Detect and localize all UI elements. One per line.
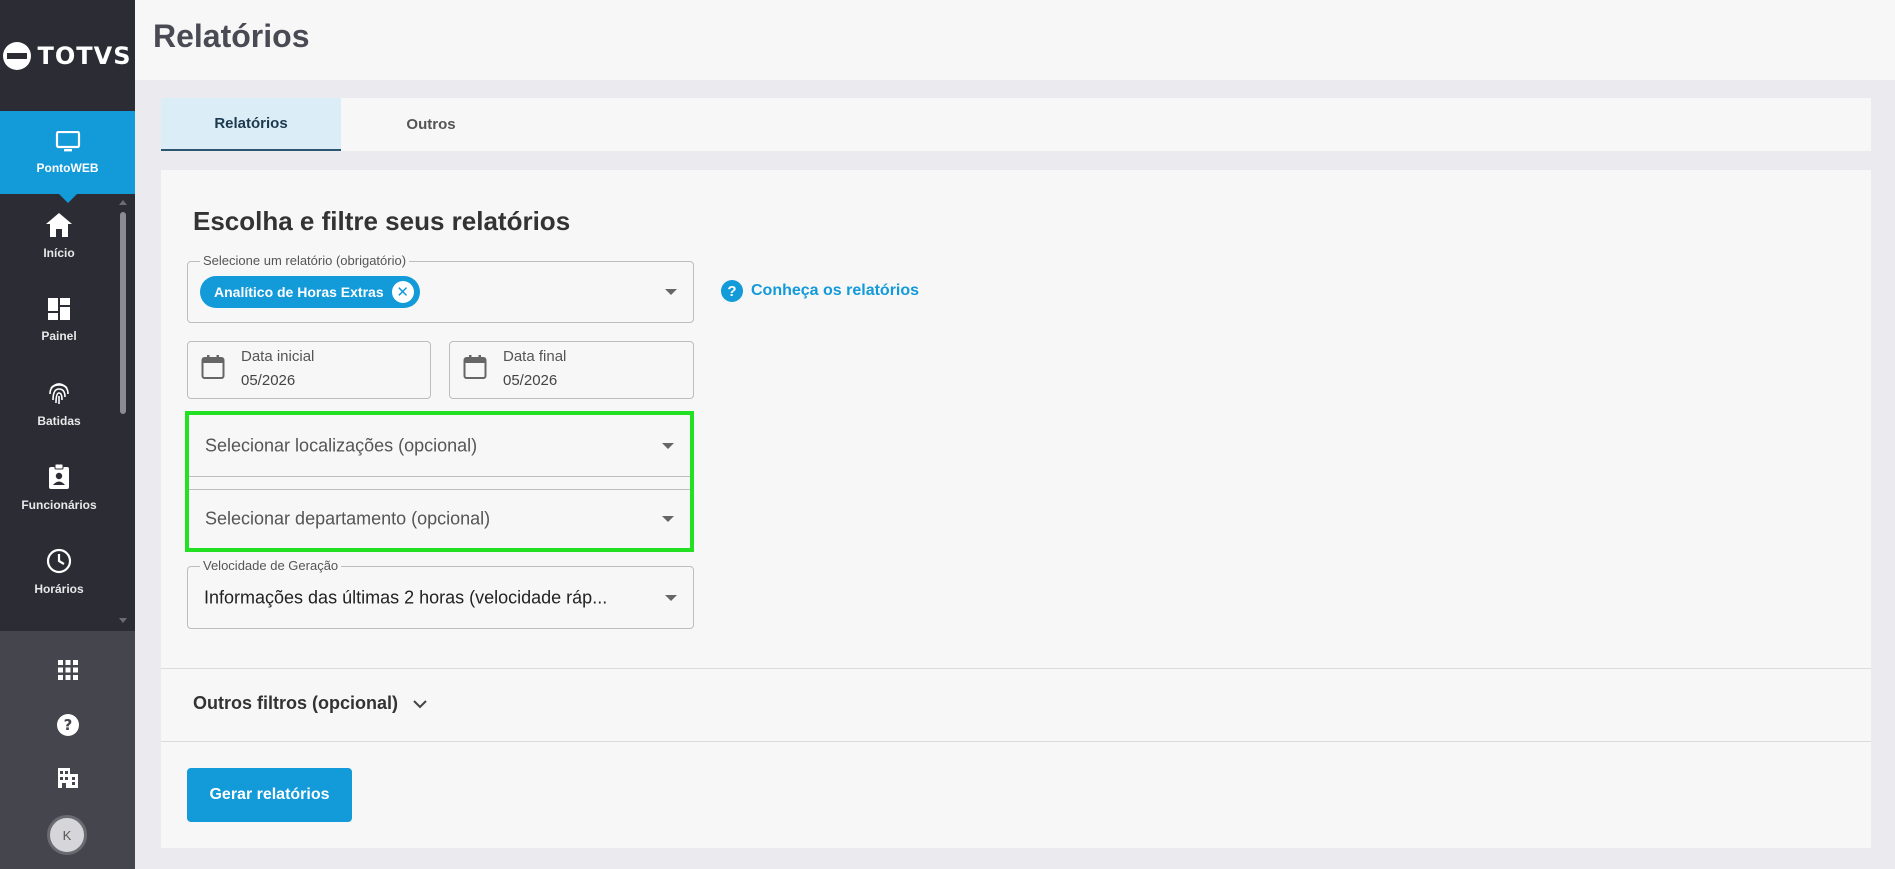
speed-select-value: Informações das últimas 2 horas (velocid…	[204, 587, 608, 607]
sidebar-item-inicio[interactable]: Início	[0, 194, 118, 278]
start-date-label: Data inicial	[241, 348, 315, 365]
chevron-down-icon[interactable]	[662, 442, 674, 449]
end-date-field[interactable]: Data final 05/2026	[449, 341, 694, 399]
end-date-label: Data final	[503, 348, 567, 365]
tab-bar: Relatórios Outros	[161, 98, 1871, 151]
avatar-initial: K	[62, 827, 72, 843]
scroll-down-icon[interactable]	[119, 618, 127, 623]
sidebar-item-label: Início	[43, 246, 75, 260]
selected-report-chip: Analítico de Horas Extras ✕	[200, 276, 420, 308]
calendar-icon[interactable]	[463, 354, 487, 380]
report-card: Escolha e filtre seus relatórios Selecio…	[161, 170, 1871, 848]
department-select[interactable]: Selecionar departamento (opcional)	[189, 489, 690, 548]
building-icon[interactable]	[56, 766, 80, 790]
help-icon[interactable]: ?	[56, 713, 80, 737]
svg-text:?: ?	[64, 716, 73, 734]
chip-label: Analítico de Horas Extras	[214, 284, 384, 300]
report-select[interactable]: Selecione um relatório (obrigatório) Ana…	[187, 253, 694, 323]
sidebar-item-label: Funcionários	[21, 498, 97, 512]
sidebar-scrollbar[interactable]	[118, 200, 128, 630]
dashboard-icon	[48, 298, 70, 320]
sidebar-nav: Início Painel Batidas Funcionários Horár…	[0, 194, 118, 614]
monitor-icon	[55, 130, 80, 151]
help-link-label: Conheça os relatórios	[751, 282, 920, 299]
brand-logo[interactable]: TOTVS	[0, 0, 135, 111]
report-select-legend: Selecione um relatório (obrigatório)	[200, 253, 410, 268]
scrollbar-thumb[interactable]	[120, 212, 126, 414]
highlight-box: Selecionar localizações (opcional) Selec…	[185, 411, 694, 552]
sidebar-item-pontoweb[interactable]: PontoWEB	[0, 111, 135, 203]
speed-select-legend: Velocidade de Geração	[200, 558, 342, 573]
locations-select-label: Selecionar localizações (opcional)	[205, 435, 478, 455]
chevron-down-icon[interactable]	[665, 289, 677, 295]
page-header: Relatórios	[135, 0, 1895, 80]
help-link[interactable]: ? Conheça os relatórios	[721, 280, 919, 302]
sidebar-item-label: Batidas	[37, 414, 81, 428]
divider	[161, 668, 1871, 669]
start-date-field[interactable]: Data inicial 05/2026	[187, 341, 431, 399]
sidebar-item-label: PontoWEB	[36, 160, 99, 175]
scroll-up-icon[interactable]	[119, 200, 127, 205]
sidebar: TOTVS PontoWEB Início Painel Batidas Fun…	[0, 0, 135, 869]
apps-grid-icon-svg	[58, 660, 78, 680]
chevron-down-icon[interactable]	[662, 516, 674, 522]
badge-icon	[49, 464, 69, 489]
start-date-value: 05/2026	[241, 372, 296, 389]
brand-name: TOTVS	[37, 41, 132, 70]
sidebar-item-funcionarios[interactable]: Funcionários	[0, 446, 118, 530]
department-select-label: Selecionar departamento (opcional)	[205, 508, 491, 529]
end-date-value: 05/2026	[503, 372, 558, 389]
home-icon	[46, 213, 72, 237]
sidebar-item-painel[interactable]: Painel	[0, 278, 118, 362]
help-icon-svg: ?	[57, 714, 79, 736]
sidebar-item-label: Painel	[41, 329, 77, 343]
other-filters-label: Outros filtros (opcional)	[193, 693, 398, 713]
divider	[161, 741, 1871, 742]
page-title: Relatórios	[153, 18, 310, 54]
locations-select[interactable]: Selecionar localizações (opcional)	[189, 415, 690, 477]
section-title: Escolha e filtre seus relatórios	[193, 206, 571, 236]
apps-grid-icon[interactable]	[56, 658, 80, 682]
chevron-down-icon[interactable]	[665, 594, 677, 601]
sidebar-item-batidas[interactable]: Batidas	[0, 362, 118, 446]
avatar[interactable]: K	[47, 815, 87, 855]
sidebar-item-label: Horários	[34, 582, 84, 596]
chevron-down-icon	[413, 699, 427, 708]
generate-reports-button[interactable]: Gerar relatórios	[187, 768, 352, 822]
other-filters-toggle[interactable]: Outros filtros (opcional)	[193, 693, 428, 714]
clock-icon	[46, 548, 72, 574]
generation-speed-select[interactable]: Velocidade de Geração Informações das úl…	[187, 558, 694, 629]
sidebar-item-horarios[interactable]: Horários	[0, 530, 118, 614]
fingerprint-icon	[49, 383, 69, 404]
tab-outros[interactable]: Outros	[341, 98, 521, 151]
help-circle-icon: ?	[721, 280, 743, 302]
calendar-icon[interactable]	[201, 354, 225, 380]
totvs-logo-icon	[3, 41, 32, 70]
tab-relatorios[interactable]: Relatórios	[161, 98, 341, 151]
building-icon-svg	[58, 768, 78, 788]
remove-chip-icon[interactable]: ✕	[391, 281, 414, 303]
